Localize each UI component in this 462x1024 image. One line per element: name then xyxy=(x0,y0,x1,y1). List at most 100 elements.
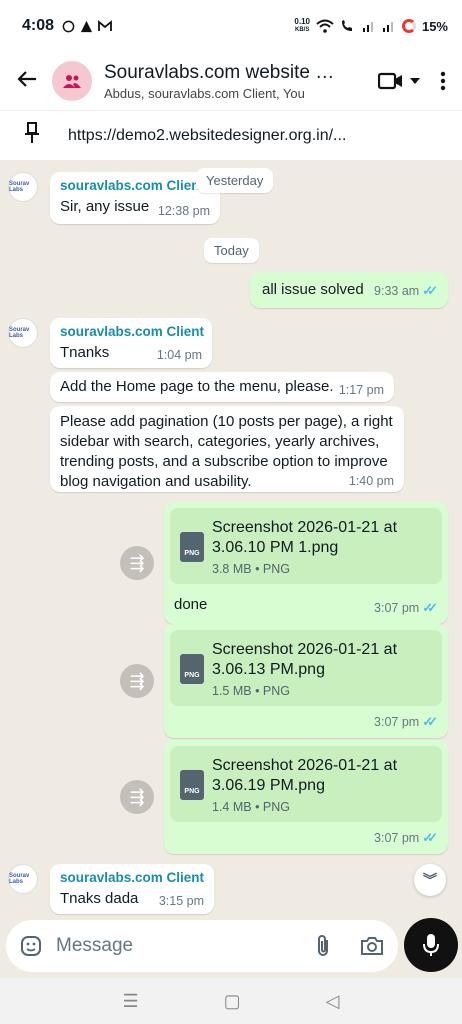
net-speed-value: 0.10 xyxy=(294,17,310,26)
read-ticks-icon: ✓✓ xyxy=(422,600,438,615)
microphone-icon xyxy=(423,934,439,956)
notification-icons xyxy=(62,20,112,33)
status-time: 4:08 xyxy=(22,17,55,34)
message-time: 3:07 pm ✓✓ xyxy=(374,600,438,616)
message-time: 12:38 pm xyxy=(158,204,210,218)
file-info: 1.5 MB • PNG xyxy=(212,684,291,698)
message-time: 3:15 pm xyxy=(159,894,204,908)
date-chip-yesterday: Yesterday xyxy=(196,168,274,193)
time-label: 3:07 pm xyxy=(374,831,420,845)
message-text: Tnaks dada xyxy=(60,890,139,907)
client-avatar[interactable]: Sourav Labs xyxy=(8,318,38,348)
time-label: 1:17 pm xyxy=(338,383,384,397)
pin-icon xyxy=(24,122,54,149)
whatsapp-icon xyxy=(62,20,75,32)
group-members: Abdus, souravlabs.com Client, You xyxy=(104,85,305,101)
message-incoming[interactable]: souravlabs.com Client Sir, any issue 12:… xyxy=(50,172,220,224)
header-titles[interactable]: Souravlabs.com website g... Abdus, soura… xyxy=(104,62,338,101)
camera-icon[interactable] xyxy=(360,936,384,956)
attach-icon[interactable] xyxy=(316,934,330,958)
double-chevron-down-icon: ︾ xyxy=(423,872,437,888)
forward-button[interactable]: ⇶ xyxy=(120,546,154,580)
chat-header: Souravlabs.com website g... Abdus, soura… xyxy=(0,52,462,110)
time-label: 3:07 pm xyxy=(374,601,420,615)
message-input[interactable] xyxy=(56,935,286,957)
pinned-url: https://demo2.websitedesigner.org.in/... xyxy=(68,126,347,144)
message-caption: done xyxy=(174,596,208,613)
message-incoming[interactable]: souravlabs.com Client Tnaks dada 3:15 pm xyxy=(50,864,214,914)
time-label: 12:38 pm xyxy=(157,204,210,218)
file-name: Screenshot 2026-01-21 at 3.06.10 PM 1.pn… xyxy=(212,519,398,556)
app-triangle-icon xyxy=(80,20,93,32)
message-text: Tnanks xyxy=(60,344,110,361)
logo-text: Sourav Labs xyxy=(9,181,30,193)
time-label: 3:15 pm xyxy=(158,894,204,908)
message-incoming[interactable]: Please add pagination (10 posts per page… xyxy=(50,406,404,492)
file-info: 3.8 MB • PNG xyxy=(212,562,291,576)
file-name: Screenshot 2026-01-21 at 3.06.19 PM.png xyxy=(212,757,398,794)
png-file-icon: PNG xyxy=(180,654,204,684)
back-arrow-icon[interactable] xyxy=(10,67,44,95)
pinned-message-bar[interactable]: https://demo2.websitedesigner.org.in/... xyxy=(0,110,462,160)
file-badge: PNG xyxy=(184,672,200,679)
message-text: all issue solved xyxy=(262,281,364,298)
png-file-icon: PNG xyxy=(180,532,204,562)
battery-icon xyxy=(401,19,416,33)
logo-text: Sourav Labs xyxy=(9,873,30,885)
voice-message-button[interactable] xyxy=(404,918,458,972)
sender-name: souravlabs.com Client xyxy=(60,870,205,885)
gmail-icon xyxy=(98,20,112,31)
file-attachment[interactable]: PNG Screenshot 2026-01-21 at 3.06.10 PM … xyxy=(170,508,442,584)
file-attachment[interactable]: PNG Screenshot 2026-01-21 at 3.06.13 PM.… xyxy=(170,630,442,706)
client-avatar[interactable]: Sourav Labs xyxy=(8,172,38,202)
forward-icon: ⇶ xyxy=(129,670,145,691)
message-outgoing-file[interactable]: PNG Screenshot 2026-01-21 at 3.06.10 PM … xyxy=(164,502,448,624)
scroll-to-bottom-button[interactable]: ︾ xyxy=(414,864,446,896)
file-name: Screenshot 2026-01-21 at 3.06.13 PM.png xyxy=(212,641,398,678)
message-outgoing-file[interactable]: PNG Screenshot 2026-01-21 at 3.06.13 PM.… xyxy=(164,624,448,738)
more-options-icon[interactable] xyxy=(440,71,446,91)
volte-call-icon xyxy=(341,20,352,31)
forward-icon: ⇶ xyxy=(129,786,145,807)
message-time: 1:04 pm xyxy=(157,348,202,362)
date-chip-today: Today xyxy=(204,238,259,263)
file-attachment[interactable]: PNG Screenshot 2026-01-21 at 3.06.19 PM.… xyxy=(170,746,442,822)
group-people-icon xyxy=(63,75,81,88)
chevron-down-icon xyxy=(410,78,420,84)
message-incoming[interactable]: Add the Home page to the menu, please. 1… xyxy=(50,372,394,402)
home-icon[interactable]: ▢ xyxy=(224,991,241,1012)
group-title: Souravlabs.com website g... xyxy=(104,61,338,83)
client-avatar[interactable]: Sourav Labs xyxy=(8,864,38,894)
recent-apps-icon[interactable]: ☰ xyxy=(123,991,139,1012)
forward-button[interactable]: ⇶ xyxy=(120,780,154,814)
forward-button[interactable]: ⇶ xyxy=(120,664,154,698)
chat-area: Sourav Labs souravlabs.com Client Sir, a… xyxy=(0,160,462,918)
message-time: 3:07 pm ✓✓ xyxy=(374,714,438,730)
logo-text: Sourav Labs xyxy=(9,327,30,339)
file-info: 1.4 MB • PNG xyxy=(212,800,291,814)
sticker-icon[interactable] xyxy=(20,935,42,957)
signal-icon-2 xyxy=(382,22,393,32)
group-avatar[interactable] xyxy=(52,61,92,101)
message-outgoing[interactable]: all issue solved 9:33 am ✓✓ xyxy=(250,272,448,308)
message-text: Please add pagination (10 posts per page… xyxy=(60,413,393,490)
message-incoming[interactable]: souravlabs.com Client Tnanks 1:04 pm xyxy=(50,318,212,368)
time-label: 1:04 pm xyxy=(156,348,202,362)
file-badge: PNG xyxy=(184,550,200,557)
message-outgoing-file[interactable]: PNG Screenshot 2026-01-21 at 3.06.19 PM.… xyxy=(164,740,448,854)
sender-name: souravlabs.com Client xyxy=(60,324,205,339)
sender-name: souravlabs.com Client xyxy=(60,178,205,193)
back-nav-icon[interactable]: ◁ xyxy=(326,991,340,1012)
message-time: 3:07 pm ✓✓ xyxy=(374,830,438,846)
read-ticks-icon: ✓✓ xyxy=(422,714,438,729)
png-file-icon: PNG xyxy=(180,770,204,800)
video-call-button[interactable] xyxy=(378,72,420,90)
message-time: 9:33 am ✓✓ xyxy=(374,283,438,299)
battery-percent: 15% xyxy=(421,18,448,34)
forward-icon: ⇶ xyxy=(129,552,145,573)
signal-icon-1 xyxy=(362,22,373,32)
time-label: 9:33 am xyxy=(374,284,420,298)
system-nav-bar: ☰ ▢ ◁ xyxy=(0,978,462,1024)
message-text: Add the Home page to the menu, please. xyxy=(60,378,334,395)
message-time: 1:40 pm xyxy=(349,474,394,488)
